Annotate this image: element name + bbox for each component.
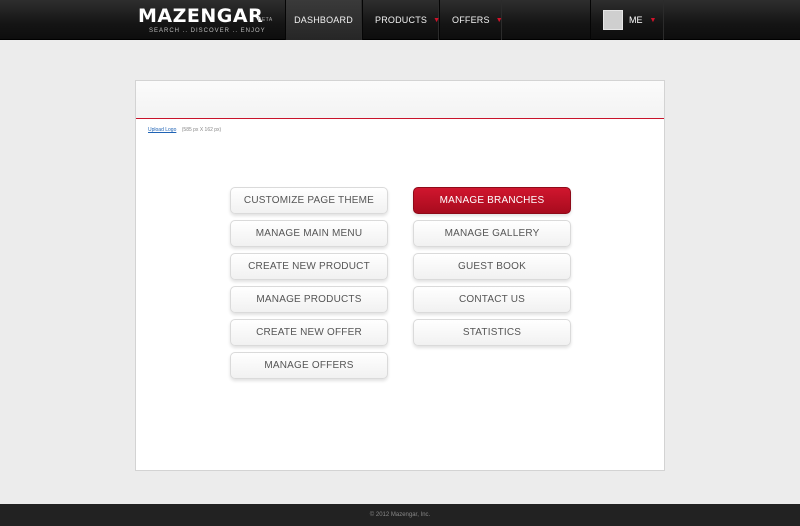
logo-beta-badge: BETA [258, 17, 273, 23]
user-menu[interactable]: ME ▼ [590, 0, 664, 40]
page-footer: © 2012 Mazengar, Inc. [0, 504, 800, 526]
main-nav: DASHBOARD PRODUCTS ▼ OFFERS ▼ [285, 0, 503, 40]
nav-products-label: PRODUCTS [375, 15, 428, 25]
nav-offers-label: OFFERS [452, 15, 490, 25]
guest-book-button[interactable]: GUEST BOOK [413, 253, 571, 280]
customize-page-theme-button[interactable]: CUSTOMIZE PAGE THEME [230, 187, 388, 214]
upload-logo-row: Upload Logo (585 px X 162 px) [148, 127, 221, 133]
manage-branches-button[interactable]: MANAGE BRANCHES [413, 187, 571, 214]
create-new-product-button[interactable]: CREATE NEW PRODUCT [230, 253, 388, 280]
manage-gallery-button[interactable]: MANAGE GALLERY [413, 220, 571, 247]
manage-offers-button[interactable]: MANAGE OFFERS [230, 352, 388, 379]
contact-us-button[interactable]: CONTACT US [413, 286, 571, 313]
brand-logo[interactable]: MAZENGAR BETA SEARCH .. DISCOVER .. ENJO… [138, 6, 278, 36]
logo-banner-area [136, 81, 664, 119]
nav-dashboard[interactable]: DASHBOARD [285, 0, 362, 40]
top-navigation-bar: MAZENGAR BETA SEARCH .. DISCOVER .. ENJO… [0, 0, 800, 40]
nav-products[interactable]: PRODUCTS ▼ [362, 0, 440, 40]
user-menu-label: ME [629, 15, 643, 25]
upload-logo-link[interactable]: Upload Logo [148, 127, 176, 133]
nav-dashboard-label: DASHBOARD [294, 15, 353, 25]
logo-wordmark: MAZENGAR [138, 5, 264, 27]
footer-copyright: © 2012 Mazengar, Inc. [369, 512, 431, 518]
avatar [603, 10, 623, 30]
statistics-button[interactable]: STATISTICS [413, 319, 571, 346]
manage-main-menu-button[interactable]: MANAGE MAIN MENU [230, 220, 388, 247]
manage-products-button[interactable]: MANAGE PRODUCTS [230, 286, 388, 313]
create-new-offer-button[interactable]: CREATE NEW OFFER [230, 319, 388, 346]
dashboard-panel: Upload Logo (585 px X 162 px) CUSTOMIZE … [135, 80, 665, 471]
chevron-down-icon: ▼ [649, 16, 657, 24]
logo-tagline: SEARCH .. DISCOVER .. ENJOY [149, 28, 266, 34]
chevron-down-icon: ▼ [495, 16, 503, 24]
nav-offers[interactable]: OFFERS ▼ [439, 0, 503, 40]
upload-logo-hint: (585 px X 162 px) [181, 127, 222, 133]
